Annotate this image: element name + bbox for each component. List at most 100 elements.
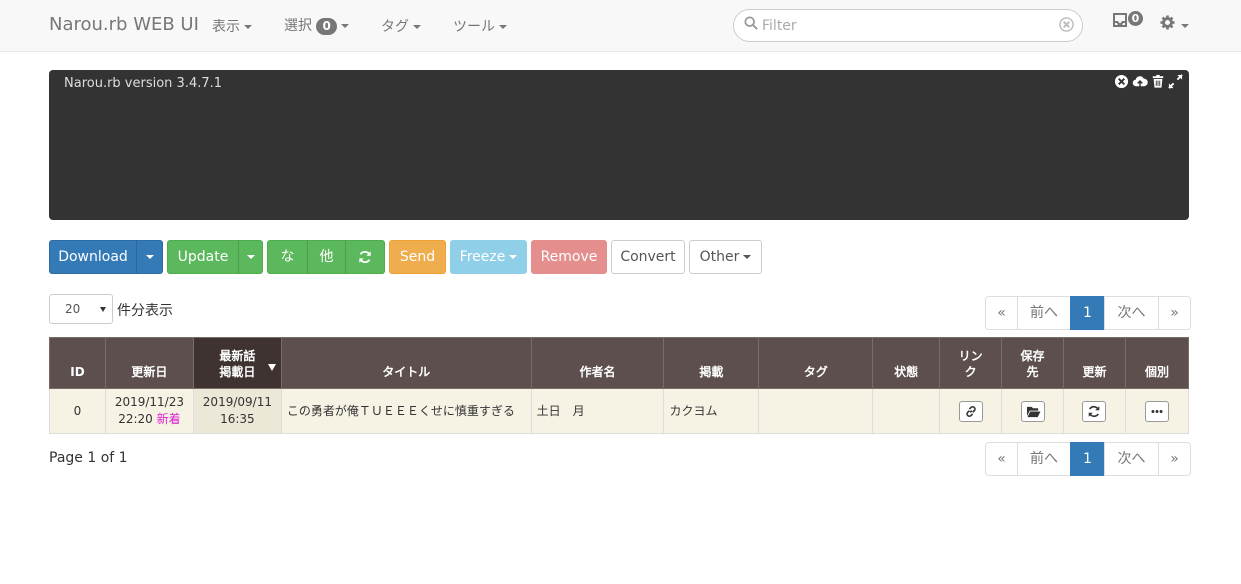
other-button[interactable]: Other [689,240,762,274]
console-output: Narou.rb version 3.4.7.1 [64,76,223,91]
updated-date: 2019/11/23 [114,395,184,409]
header-latest-line1: 最新話 [219,349,256,363]
filter-input[interactable] [762,16,1062,36]
inbox-icon [1113,13,1127,27]
column-header-update: 更新 [1063,337,1126,389]
convert-button[interactable]: Convert [611,240,685,274]
page-first[interactable]: « [985,296,1018,330]
page-prev[interactable]: 前へ [1017,442,1071,476]
cell-latest: 2019/09/11 16:35 [192,388,282,434]
cell-author[interactable]: 土日 月 [530,388,665,434]
brand-title[interactable]: Narou.rb WEB UI [49,14,199,35]
clear-filter-icon[interactable] [1059,17,1074,32]
menu-view-label: 表示 [212,19,240,35]
cell-updated: 2019/11/23 22:20 新着 [104,388,194,434]
header-save-line2: 先 [1026,365,1039,379]
download-button[interactable]: Download [49,240,137,274]
caret-down-icon [246,255,255,259]
page-prev[interactable]: 前へ [1017,296,1071,330]
column-header-individual: 個別 [1124,337,1190,389]
refresh-icon [359,251,371,263]
cancel-circle-icon[interactable] [1114,74,1129,89]
notification-inbox[interactable]: 0 [1112,11,1143,32]
table-row[interactable]: 0 2019/11/23 22:20 新着 2019/09/11 16:35 こ… [49,388,1190,434]
navbar: Narou.rb WEB UI 表示 選択 0 タグ ツール 0 [0,0,1241,52]
page-last[interactable]: » [1158,442,1191,476]
other-label: Other [699,249,740,265]
expand-icon[interactable] [1168,74,1183,89]
column-header-title[interactable]: タイトル [280,337,532,389]
gear-icon [1160,15,1175,30]
header-link-line1: リン [958,349,983,363]
per-page-label: 件分表示 [117,303,173,319]
update-other-button[interactable]: 他 [307,240,346,274]
caret-down-icon [244,25,252,29]
update-button[interactable]: Update [167,240,239,274]
per-page-value: 20 [65,302,81,316]
menu-select-label: 選択 [284,18,312,34]
menu-view[interactable]: 表示 [212,16,252,36]
console-panel: Narou.rb version 3.4.7.1 [49,70,1189,220]
page-next[interactable]: 次へ [1104,296,1159,330]
pagination-bottom: « 前へ 1 次へ » [985,442,1191,476]
page-next[interactable]: 次へ [1104,442,1159,476]
cell-status [872,388,941,434]
freeze-label: Freeze [459,249,506,265]
menu-tag-label: タグ [381,19,409,35]
new-badge: 新着 [156,412,181,426]
menu-select[interactable]: 選択 0 [284,15,349,35]
update-narou-button[interactable]: な [267,240,308,274]
download-dropdown-toggle[interactable] [136,240,163,274]
header-latest-line2: 掲載日 [219,365,256,379]
filter-box [733,9,1083,42]
trash-icon[interactable] [1151,74,1165,89]
column-header-save: 保存 先 [1001,337,1065,389]
freeze-button[interactable]: Freeze [450,240,527,274]
refresh-button[interactable] [345,240,385,274]
column-header-updated[interactable]: 更新日 [104,337,194,389]
caret-down-icon [499,25,507,29]
page-current[interactable]: 1 [1070,442,1105,476]
column-header-latest[interactable]: 最新話 掲載日 [192,337,282,389]
row-update-button[interactable] [1082,400,1107,422]
console-tools [1114,74,1183,89]
cloud-upload-icon[interactable] [1132,74,1148,89]
inbox-count-badge: 0 [1128,11,1143,26]
per-page-select[interactable]: 20 [49,294,113,324]
menu-tag[interactable]: タグ [381,16,421,36]
updated-time: 22:20 [118,412,153,426]
column-header-site[interactable]: 掲載 [663,337,760,389]
latest-date: 2019/09/11 [202,395,272,409]
column-header-status[interactable]: 状態 [872,337,941,389]
caret-down-icon [743,255,752,259]
column-header-tags[interactable]: タグ [758,337,874,389]
send-button[interactable]: Send [389,240,446,274]
caret-down-icon [340,24,349,28]
column-header-author[interactable]: 作者名 [530,337,665,389]
search-icon [744,16,758,30]
select-arrow-icon [100,307,106,312]
cell-title[interactable]: この勇者が俺ＴＵＥＥＥくせに慎重すぎる [280,388,532,434]
page-last[interactable]: » [1158,296,1191,330]
refresh-icon [1089,405,1100,417]
caret-down-icon [1181,24,1189,28]
link-button[interactable] [958,400,983,422]
remove-button[interactable]: Remove [531,240,607,274]
page-current[interactable]: 1 [1070,296,1105,330]
cell-update [1063,388,1126,434]
menu-tool[interactable]: ツール [453,16,507,36]
page-first[interactable]: « [985,442,1018,476]
folder-open-icon [1026,406,1040,417]
update-dropdown-toggle[interactable] [238,240,263,274]
novel-table: ID 更新日 最新話 掲載日 タイトル 作者名 掲載 タグ 状態 リン ク 保存… [49,337,1190,434]
select-count-badge: 0 [316,17,337,35]
settings-menu[interactable] [1160,15,1189,34]
column-header-id[interactable]: ID [49,337,106,389]
pagination-top: « 前へ 1 次へ » [985,296,1191,330]
header-save-line1: 保存 [1020,349,1045,363]
page-info: Page 1 of 1 [49,450,128,466]
sort-desc-icon [267,364,276,371]
row-menu-button[interactable] [1144,400,1169,422]
cell-individual [1124,388,1190,434]
open-folder-button[interactable] [1020,400,1045,422]
